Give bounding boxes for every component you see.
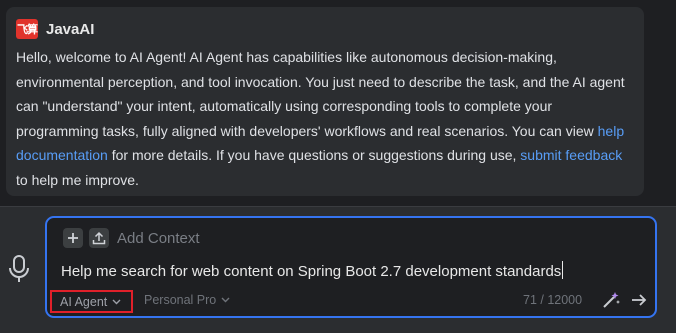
magic-wand-icon[interactable] xyxy=(601,290,621,310)
send-arrow-icon[interactable] xyxy=(630,291,648,309)
upload-context-button[interactable] xyxy=(89,228,109,248)
context-row: Add Context xyxy=(63,228,200,248)
model-label: Personal Pro xyxy=(144,293,217,307)
upload-icon xyxy=(92,231,106,245)
chevron-down-icon xyxy=(221,297,230,303)
add-context-button[interactable] xyxy=(63,228,83,248)
message-text: Hello, welcome to AI Agent! AI Agent has… xyxy=(16,49,625,139)
microphone-icon[interactable] xyxy=(8,255,30,283)
message-text: to help me improve. xyxy=(16,171,139,188)
agent-mode-label: AI Agent xyxy=(60,294,108,309)
message-header: 飞算 JavaAI xyxy=(16,19,94,39)
scrollbar-track[interactable] xyxy=(650,0,676,206)
plus-icon xyxy=(68,233,78,243)
character-counter: 71 / 12000 xyxy=(523,293,583,307)
agent-name: JavaAI xyxy=(46,20,95,38)
add-context-label[interactable]: Add Context xyxy=(117,230,200,247)
submit-feedback-link[interactable]: submit feedback xyxy=(520,147,622,163)
text-caret xyxy=(562,261,564,279)
agent-message-card: 飞算 JavaAI Hello, welcome to AI Agent! AI… xyxy=(6,7,644,196)
message-body: Hello, welcome to AI Agent! AI Agent has… xyxy=(16,45,636,192)
input-footer: AI Agent Personal Pro 71 / 12000 xyxy=(47,290,655,313)
model-select[interactable]: Personal Pro xyxy=(144,293,230,307)
message-text: for more details. If you have questions … xyxy=(107,147,521,163)
query-text: Help me search for web content on Spring… xyxy=(61,263,562,280)
chevron-down-icon xyxy=(112,299,121,304)
agent-mode-select[interactable]: AI Agent xyxy=(50,290,133,313)
query-input[interactable]: Help me search for web content on Spring… xyxy=(61,261,564,280)
chat-input-box[interactable]: Add Context Help me search for web conte… xyxy=(45,216,657,318)
agent-logo: 飞算 xyxy=(16,19,38,39)
